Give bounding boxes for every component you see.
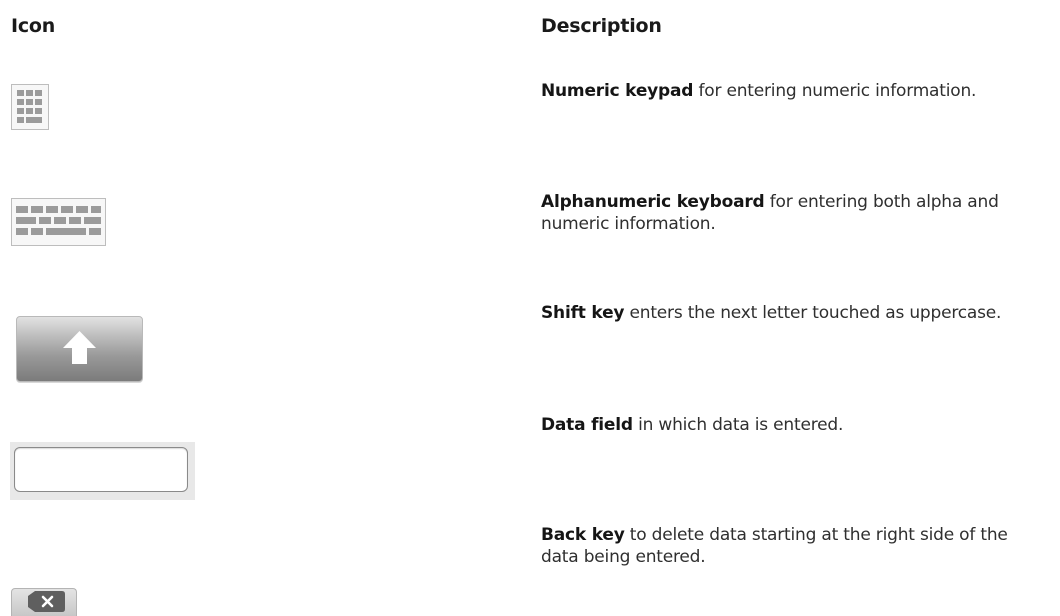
back-key-icon	[11, 588, 77, 616]
shift-key-term: Shift key	[541, 303, 625, 323]
icon-column-header: Icon	[11, 15, 56, 37]
alphanumeric-keyboard-description: Alphanumeric keyboard for entering both …	[541, 191, 1011, 235]
data-field-text: in which data is entered.	[632, 415, 844, 435]
alphanumeric-keyboard-icon	[11, 198, 106, 246]
numeric-keypad-term: Numeric keypad	[541, 81, 694, 101]
description-column-header: Description	[541, 15, 662, 37]
back-key-term: Back key	[541, 525, 625, 545]
numeric-keypad-text: for entering numeric information.	[693, 81, 977, 101]
data-field-box	[14, 447, 188, 492]
numeric-keypad-icon	[11, 84, 49, 130]
shift-key-icon	[16, 316, 143, 382]
shift-key-text: enters the next letter touched as upperc…	[624, 303, 1002, 323]
alphanumeric-keyboard-term: Alphanumeric keyboard	[541, 192, 765, 212]
back-key-description: Back key to delete data starting at the …	[541, 524, 1011, 568]
data-field-description: Data field in which data is entered.	[541, 414, 1051, 436]
numeric-keypad-description: Numeric keypad for entering numeric info…	[541, 80, 1051, 102]
data-field-term: Data field	[541, 415, 633, 435]
data-field-icon	[10, 442, 195, 500]
shift-key-description: Shift key enters the next letter touched…	[541, 302, 1051, 324]
